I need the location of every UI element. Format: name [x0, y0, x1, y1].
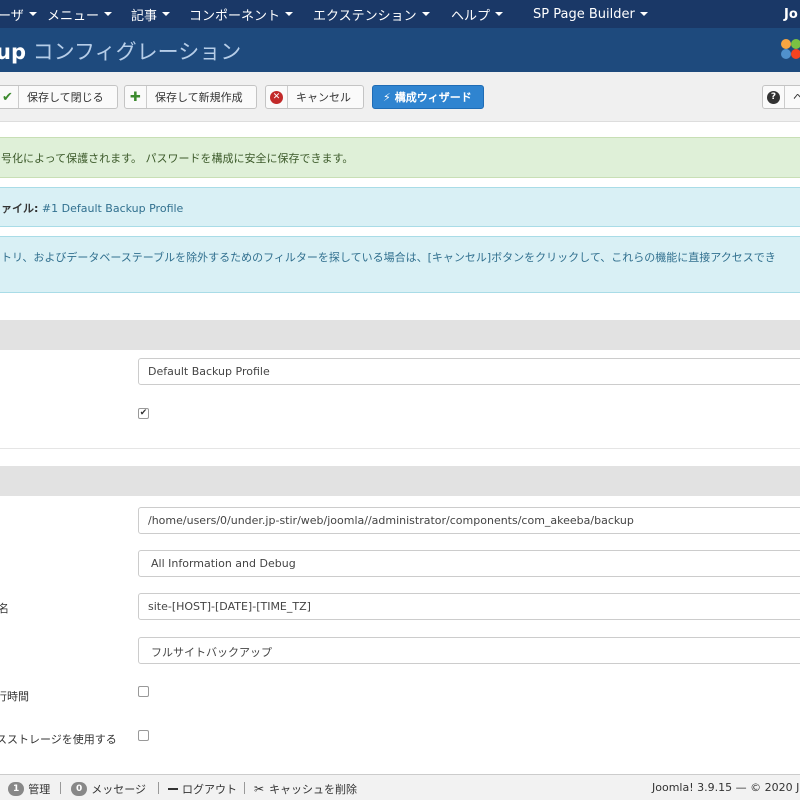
- messages-link[interactable]: 0 メッセージ: [71, 781, 146, 797]
- lightning-icon: ⚡: [383, 90, 391, 104]
- archive-name-label: 名: [0, 602, 9, 615]
- quickicon-checkbox[interactable]: ✔: [138, 408, 149, 419]
- nav-menu-extensions-label: エクステンション: [313, 8, 417, 24]
- logout-label: ログアウト: [182, 783, 237, 796]
- status-divider: [244, 782, 245, 794]
- admin-label: 管理: [28, 783, 51, 796]
- section-header-advanced: [0, 466, 800, 496]
- encryption-notice-text: 号化によって保護されます。 パスワードを構成に安全に保存できます。: [1, 152, 354, 165]
- help-icon-wrap: ?: [763, 86, 785, 108]
- profile-name-input[interactable]: Default Backup Profile: [138, 358, 800, 385]
- minus-icon: [168, 788, 178, 790]
- configuration-wizard-label: 構成ウィザード: [394, 91, 472, 104]
- output-directory-input[interactable]: /home/users/0/under.jp-stir/web/joomla//…: [138, 507, 800, 534]
- profile-name-value: Default Backup Profile: [148, 365, 270, 378]
- wrench-icon: ✂: [254, 782, 265, 796]
- nav-menu-site-link[interactable]: Jo: [784, 7, 798, 22]
- backup-type-value: フルサイトバックアップ: [151, 646, 272, 659]
- top-navigation-bar: ーザ メニュー 記事 コンポーネント エクステンション ヘルプ SP Page …: [0, 0, 800, 28]
- checkmark-icon: ✔: [139, 408, 148, 418]
- message-count-badge: 0: [71, 782, 88, 796]
- nav-menu-content[interactable]: 記事: [131, 5, 171, 24]
- filters-info-text: トリ、およびデータベーステーブルを除外するためのフィルターを探している場合は、[…: [1, 251, 776, 264]
- save-and-close-label: 保存して閉じる: [27, 91, 104, 104]
- chevron-down-icon: [104, 12, 113, 16]
- version-text: Joomla! 3.9.15 — © 2020 Joo: [652, 781, 800, 794]
- messages-label: メッセージ: [91, 783, 147, 796]
- nav-menu-components[interactable]: コンポーネント: [189, 5, 294, 24]
- plus-icon: ✚: [125, 86, 147, 108]
- help-label: ヘ: [793, 91, 800, 104]
- configuration-wizard-button[interactable]: ⚡ 構成ウィザード: [372, 85, 484, 109]
- backup-type-select[interactable]: フルサイトバックアップ: [138, 637, 800, 664]
- save-and-new-label: 保存して新規作成: [155, 91, 243, 104]
- log-level-select[interactable]: All Information and Debug: [138, 550, 800, 577]
- page-title-bold: up: [0, 40, 26, 64]
- nav-menu-sp-page-builder-label: SP Page Builder: [533, 6, 635, 22]
- archive-name-value: site-[HOST]-[DATE]-[TIME_TZ]: [148, 600, 311, 613]
- page-title-rest: コンフィグレーション: [25, 40, 242, 64]
- clear-cache-link[interactable]: ✂ キャッシュを削除: [254, 781, 357, 797]
- page-header: up コンフィグレーション: [0, 28, 800, 72]
- nav-menu-components-label: コンポーネント: [189, 8, 281, 24]
- status-divider: [60, 782, 61, 794]
- archive-name-input[interactable]: site-[HOST]-[DATE]-[TIME_TZ]: [138, 593, 800, 620]
- chevron-down-icon: [285, 12, 294, 16]
- page-title: up コンフィグレーション: [0, 36, 241, 66]
- nav-menu-menus-label: メニュー: [47, 8, 100, 24]
- cancel-icon: ✕: [270, 90, 283, 104]
- status-divider: [158, 782, 159, 794]
- chevron-down-icon: [421, 12, 430, 16]
- toolbar: ✔ 保存して閉じる ✚ 保存して新規作成 ✕ キャンセル ⚡ 構成ウィザード ?…: [0, 72, 800, 122]
- chevron-down-icon: [639, 12, 648, 16]
- log-level-value: All Information and Debug: [151, 557, 296, 570]
- cancel-button[interactable]: ✕ キャンセル: [265, 85, 364, 109]
- nav-menu-content-label: 記事: [131, 8, 158, 24]
- storage-label: スストレージを使用する: [0, 733, 117, 746]
- output-directory-value: /home/users/0/under.jp-stir/web/joomla//…: [148, 514, 634, 527]
- nav-menu-sp-page-builder[interactable]: SP Page Builder: [533, 7, 648, 22]
- joomla-logo-icon: [781, 39, 800, 59]
- save-and-close-button[interactable]: ✔ 保存して閉じる: [0, 85, 118, 109]
- storage-checkbox[interactable]: [138, 730, 149, 741]
- save-and-new-button[interactable]: ✚ 保存して新規作成: [124, 85, 257, 109]
- chevron-down-icon: [28, 12, 37, 16]
- nav-menu-extensions[interactable]: エクステンション: [313, 5, 430, 24]
- logout-link[interactable]: ログアウト: [168, 781, 237, 797]
- active-profile-value: #1 Default Backup Profile: [38, 202, 184, 215]
- checkmark-icon: ✔: [0, 86, 19, 108]
- nav-menu-users-label: ーザ: [0, 8, 24, 24]
- filters-info-alert: トリ、およびデータベーステーブルを除外するためのフィルターを探している場合は、[…: [0, 236, 800, 293]
- section-header-basic: [0, 320, 800, 350]
- section-divider: [0, 448, 800, 449]
- nav-menu-users[interactable]: ーザ: [0, 5, 37, 24]
- execution-time-label: 行時間: [0, 690, 29, 703]
- nav-menu-site-link-label: Jo: [784, 6, 798, 22]
- nav-menu-help-label: ヘルプ: [451, 8, 491, 24]
- status-bar: 1 管理 0 メッセージ ログアウト ✂ キャッシュを削除 Joomla! 3.…: [0, 774, 800, 800]
- version-text-value: Joomla! 3.9.15 — © 2020 Joo: [652, 781, 800, 794]
- nav-menu-help[interactable]: ヘルプ: [451, 5, 504, 24]
- execution-time-checkbox[interactable]: [138, 686, 149, 697]
- help-button[interactable]: ? ヘ: [762, 85, 800, 109]
- clear-cache-label: キャッシュを削除: [269, 783, 358, 796]
- cancel-icon-wrap: ✕: [266, 86, 288, 108]
- cancel-label: キャンセル: [296, 91, 351, 104]
- chevron-down-icon: [495, 12, 504, 16]
- nav-menu-menus[interactable]: メニュー: [47, 5, 113, 24]
- help-icon: ?: [767, 90, 780, 104]
- chevron-down-icon: [162, 12, 171, 16]
- admin-count-badge: 1: [8, 782, 25, 796]
- active-profile-label: ァイル:: [1, 202, 39, 215]
- encryption-notice-alert: 号化によって保護されます。 パスワードを構成に安全に保存できます。: [0, 137, 800, 178]
- admin-users-link[interactable]: 1 管理: [8, 781, 50, 797]
- active-profile-alert: ァイル: #1 Default Backup Profile: [0, 187, 800, 227]
